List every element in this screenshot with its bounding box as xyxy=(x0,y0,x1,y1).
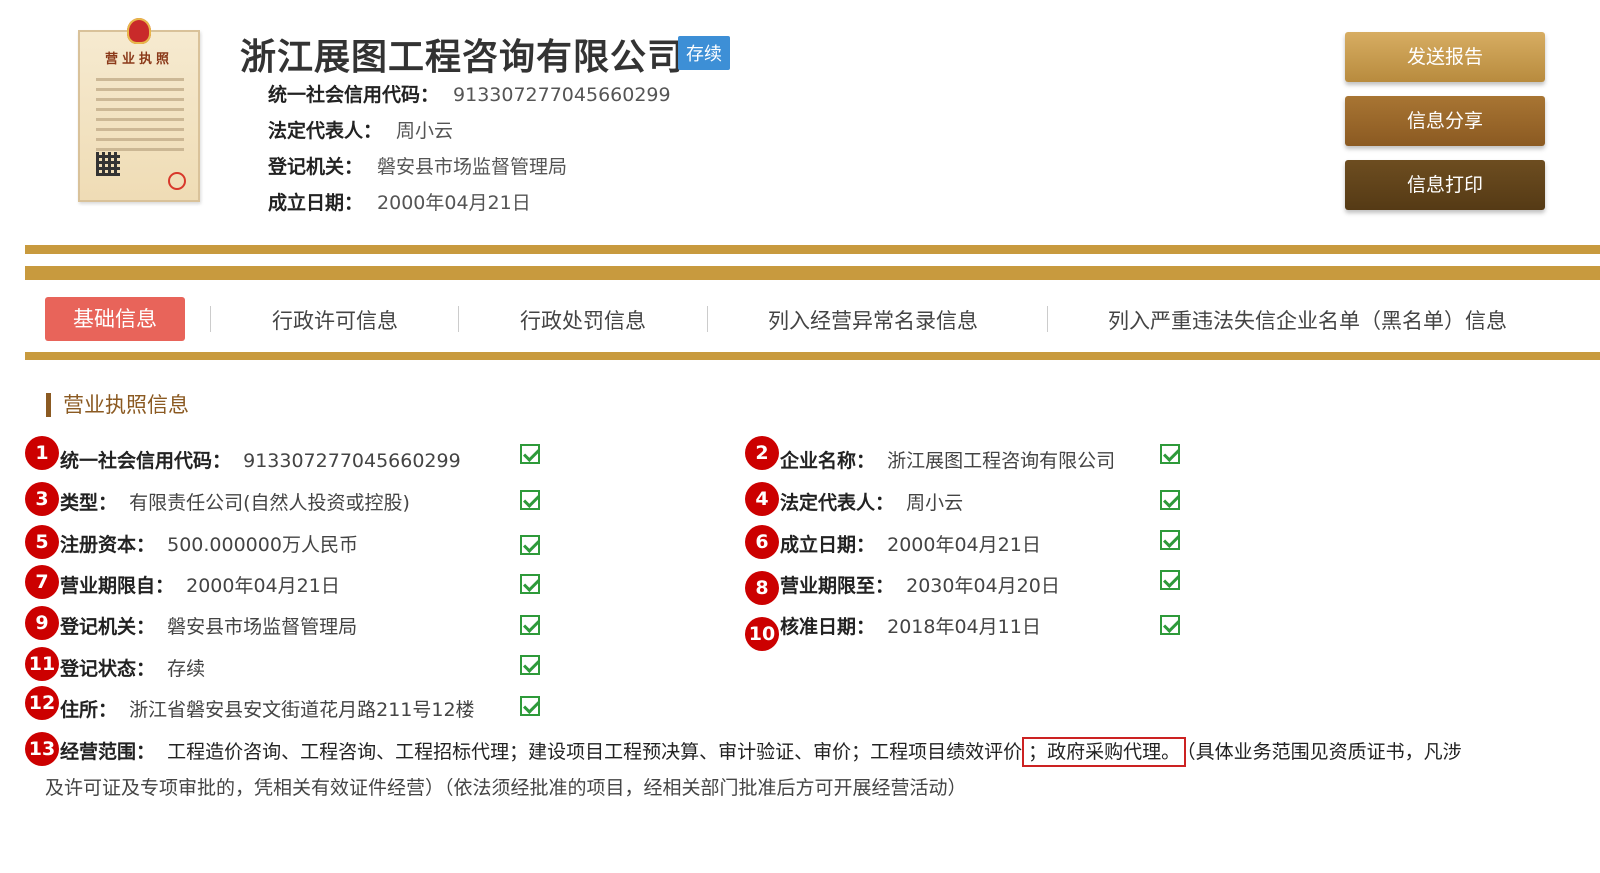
divider-stripe xyxy=(25,245,1600,254)
tab-blacklist[interactable]: 列入严重违法失信企业名单（黑名单）信息 xyxy=(1108,305,1507,335)
field-address: 住所： 浙江省磐安县安文街道花月路211号12楼 xyxy=(60,699,475,721)
number-badge: 1 xyxy=(25,436,59,470)
header-authority: 登记机关： 磐安县市场监督管理局 xyxy=(268,156,568,178)
number-badge: 9 xyxy=(25,606,59,640)
number-badge: 13 xyxy=(25,732,59,766)
field-legal-representative: 法定代表人： 周小云 xyxy=(780,492,964,514)
tab-separator xyxy=(707,306,708,332)
tab-basic-info[interactable]: 基础信息 xyxy=(45,297,185,341)
tab-separator xyxy=(210,306,211,332)
checkbox-checked-icon xyxy=(1160,570,1180,590)
share-info-button[interactable]: 信息分享 xyxy=(1345,96,1545,146)
checkbox-checked-icon xyxy=(520,444,540,464)
number-badge: 3 xyxy=(25,482,59,516)
field-approval-date: 核准日期： 2018年04月11日 xyxy=(780,616,1041,638)
checkbox-checked-icon xyxy=(1160,490,1180,510)
number-badge: 5 xyxy=(25,525,59,559)
number-badge: 11 xyxy=(25,647,59,681)
national-emblem-icon xyxy=(127,18,151,44)
checkbox-checked-icon xyxy=(520,574,540,594)
field-credit-code: 统一社会信用代码： 913307277045660299 xyxy=(60,450,461,472)
field-company-name: 企业名称： 浙江展图工程咨询有限公司 xyxy=(780,450,1116,472)
qr-code-icon xyxy=(96,152,120,176)
field-business-scope: 经营范围： 工程造价咨询、工程咨询、工程招标代理；建设项目工程预决算、审计验证、… xyxy=(60,737,1462,767)
checkbox-checked-icon xyxy=(520,615,540,635)
number-badge: 12 xyxy=(25,686,59,720)
field-registered-capital: 注册资本： 500.000000万人民币 xyxy=(60,534,358,556)
status-badge: 存续 xyxy=(678,36,730,70)
field-registration-authority: 登记机关： 磐安县市场监督管理局 xyxy=(60,616,358,638)
field-term-start: 营业期限自： 2000年04月21日 xyxy=(60,575,340,597)
seal-icon xyxy=(168,172,186,190)
business-scope-line2: 及许可证及专项审批的，凭相关有效证件经营）（依法须经批准的项目，经相关部门批准后… xyxy=(45,777,967,799)
header-founded: 成立日期： 2000年04月21日 xyxy=(268,192,531,214)
field-founded-date: 成立日期： 2000年04月21日 xyxy=(780,534,1041,556)
field-registration-status: 登记状态： 存续 xyxy=(60,658,206,680)
checkbox-checked-icon xyxy=(520,535,540,555)
send-report-button[interactable]: 发送报告 xyxy=(1345,32,1545,82)
license-text-lines xyxy=(96,78,184,158)
tab-separator xyxy=(1047,306,1048,332)
divider-stripe xyxy=(25,266,1600,280)
field-term-end: 营业期限至： 2030年04月20日 xyxy=(780,575,1060,597)
number-badge: 7 xyxy=(25,565,59,599)
print-info-button[interactable]: 信息打印 xyxy=(1345,160,1545,210)
number-badge: 6 xyxy=(745,525,779,559)
field-type: 类型： 有限责任公司(自然人投资或控股) xyxy=(60,492,410,514)
header-credit-code: 统一社会信用代码： 913307277045660299 xyxy=(268,84,671,106)
checkbox-checked-icon xyxy=(520,490,540,510)
checkbox-checked-icon xyxy=(520,696,540,716)
header-legal-rep: 法定代表人： 周小云 xyxy=(268,120,454,142)
number-badge: 10 xyxy=(745,617,779,651)
tab-admin-penalty[interactable]: 行政处罚信息 xyxy=(520,305,646,335)
divider-stripe xyxy=(25,352,1600,360)
checkbox-checked-icon xyxy=(520,655,540,675)
section-title: 营业执照信息 xyxy=(46,393,189,417)
number-badge: 2 xyxy=(745,436,779,470)
number-badge: 4 xyxy=(745,482,779,516)
checkbox-checked-icon xyxy=(1160,530,1180,550)
license-title: 营业执照 xyxy=(104,52,173,67)
tab-admin-license[interactable]: 行政许可信息 xyxy=(272,305,398,335)
tab-abnormal-list[interactable]: 列入经营异常名录信息 xyxy=(768,305,978,335)
business-license-image: 营业执照 xyxy=(78,18,200,202)
company-name-title: 浙江展图工程咨询有限公司 xyxy=(240,37,685,78)
checkbox-checked-icon xyxy=(1160,444,1180,464)
checkbox-checked-icon xyxy=(1160,615,1180,635)
highlighted-scope-text: ；政府采购代理。 xyxy=(1022,737,1187,767)
tab-separator xyxy=(458,306,459,332)
number-badge: 8 xyxy=(745,571,779,605)
